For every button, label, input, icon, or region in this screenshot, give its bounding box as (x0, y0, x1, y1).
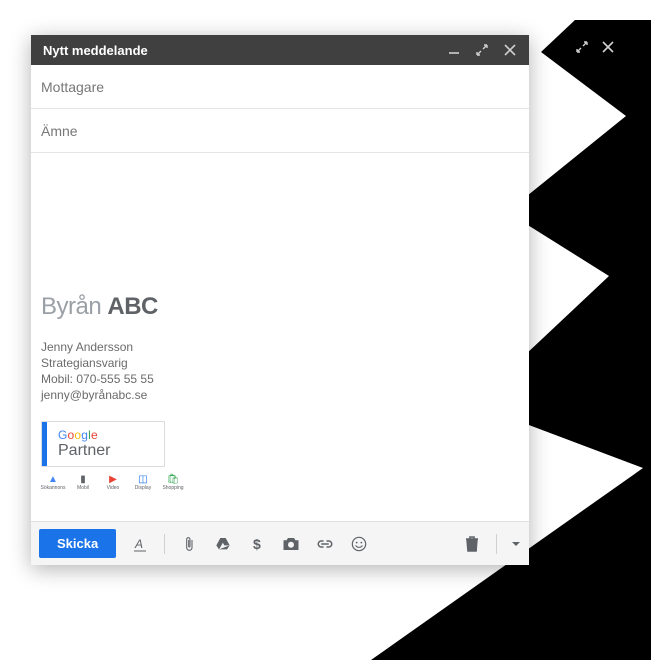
recipients-row[interactable] (31, 65, 529, 109)
caret-down-icon[interactable] (511, 534, 521, 554)
spec-mobile: ▮Mobil (73, 473, 93, 491)
drive-icon[interactable] (213, 534, 233, 554)
svg-text:$: $ (253, 536, 261, 552)
expand-icon[interactable] (475, 43, 489, 57)
signature-role: Strategiansvarig (41, 355, 519, 371)
company-prefix: Byrån (41, 293, 101, 320)
specializations-row: ▲Sökannons ▮Mobil ▶Video ◫Display 🛍Shopp… (41, 473, 519, 491)
format-underline-a-icon[interactable]: A (130, 534, 150, 554)
link-icon[interactable] (315, 534, 335, 554)
close-icon[interactable] (601, 40, 615, 54)
spec-search: ▲Sökannons (43, 473, 63, 491)
compose-window: Nytt meddelande Byrån ABC Jenny Andersso (31, 35, 529, 565)
trash-icon[interactable] (462, 534, 482, 554)
divider (164, 534, 165, 554)
window-title: Nytt meddelande (43, 43, 148, 58)
emoji-icon[interactable] (349, 534, 369, 554)
dollar-icon[interactable]: $ (247, 534, 267, 554)
send-button[interactable]: Skicka (39, 529, 116, 558)
message-body[interactable]: Byrån ABC Jenny Andersson Strategiansvar… (31, 153, 529, 521)
company-bold: ABC (107, 293, 158, 320)
divider (496, 534, 497, 554)
minimize-icon[interactable] (447, 43, 461, 57)
expand-icon[interactable] (575, 40, 589, 54)
background-window-controls (575, 40, 615, 54)
recipients-input[interactable] (41, 79, 519, 95)
close-icon[interactable] (503, 43, 517, 57)
signature-phone: Mobil: 070-555 55 55 (41, 371, 519, 387)
svg-text:A: A (134, 537, 143, 551)
camera-icon[interactable] (281, 534, 301, 554)
spec-shopping: 🛍Shopping (163, 473, 183, 491)
spec-video: ▶Video (103, 473, 123, 491)
email-signature: Byrån ABC Jenny Andersson Strategiansvar… (41, 293, 519, 491)
signature-name: Jenny Andersson (41, 339, 519, 355)
window-controls (447, 43, 517, 57)
attachment-icon[interactable] (179, 534, 199, 554)
google-word: Google (50, 428, 156, 442)
titlebar[interactable]: Nytt meddelande (31, 35, 529, 65)
spec-display: ◫Display (133, 473, 153, 491)
partner-word: Partner (50, 442, 156, 460)
company-logo-text: Byrån ABC (41, 293, 519, 321)
subject-input[interactable] (41, 123, 519, 139)
google-partner-badge: Google Partner (41, 421, 165, 467)
subject-row[interactable] (31, 109, 529, 153)
signature-email: jenny@byrånabc.se (41, 387, 519, 403)
compose-toolbar: Skicka A $ (31, 521, 529, 565)
